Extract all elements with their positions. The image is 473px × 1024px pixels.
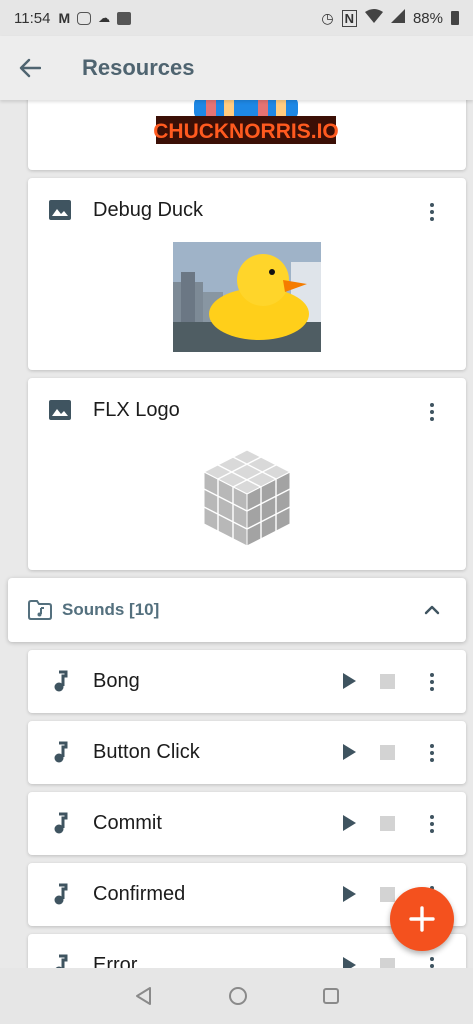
back-button[interactable] — [0, 36, 60, 100]
arrow-back-icon — [19, 58, 41, 78]
status-right: ◷ N 88% — [321, 9, 459, 27]
wifi-icon — [364, 9, 383, 27]
sounds-group-header[interactable]: Sounds [10] — [8, 578, 466, 642]
play-icon[interactable] — [340, 956, 358, 968]
sound-row-bong[interactable]: Bong — [28, 650, 466, 713]
more-options-icon[interactable] — [420, 400, 444, 424]
plus-icon — [409, 906, 435, 932]
play-icon[interactable] — [340, 672, 358, 690]
status-bar: 11:54 M ☁ ◷ N 88% — [0, 0, 473, 36]
app-bar: Resources — [0, 36, 473, 100]
cloud-icon: ☁ — [98, 11, 111, 25]
stop-icon[interactable] — [380, 887, 395, 902]
music-note-icon — [54, 883, 68, 905]
alarm-icon: ◷ — [321, 9, 334, 26]
battery-percent: 88% — [412, 9, 443, 27]
signal-icon — [390, 9, 405, 27]
sound-label: Confirmed — [93, 883, 186, 905]
sound-label: Bong — [93, 670, 140, 692]
chucknorris-logo: CHUCKNORRIS.IO — [153, 100, 339, 144]
gmail-icon: M — [58, 10, 71, 26]
more-options-icon[interactable] — [420, 670, 444, 694]
sound-row-commit[interactable]: Commit — [28, 792, 466, 855]
image-title: FLX Logo — [93, 399, 180, 421]
instagram-icon — [77, 11, 92, 25]
stop-icon[interactable] — [380, 958, 395, 968]
add-resource-button[interactable] — [390, 887, 454, 951]
status-time: 11:54 — [14, 9, 51, 27]
sound-row-button-click[interactable]: Button Click — [28, 721, 466, 784]
more-options-icon[interactable] — [420, 812, 444, 836]
back-nav-icon[interactable] — [134, 986, 154, 1006]
play-icon[interactable] — [340, 885, 358, 903]
logo-card[interactable]: CHUCKNORRIS.IO — [28, 100, 466, 170]
battery-icon — [451, 11, 459, 25]
music-note-icon — [54, 741, 68, 763]
image-card-debug-duck[interactable]: Debug Duck — [28, 178, 466, 370]
flx-cube-image — [202, 449, 292, 547]
more-options-icon[interactable] — [420, 954, 444, 968]
sounds-group-label: Sounds [10] — [62, 600, 160, 619]
image-title: Debug Duck — [93, 199, 204, 221]
sound-label: Button Click — [93, 741, 200, 763]
sound-label: Commit — [93, 812, 162, 834]
home-nav-icon[interactable] — [228, 986, 248, 1006]
system-nav-bar — [0, 968, 473, 1024]
recents-nav-icon[interactable] — [322, 987, 340, 1005]
music-note-icon — [54, 670, 68, 692]
image-icon — [49, 200, 71, 220]
music-folder-icon — [28, 600, 52, 620]
stop-icon[interactable] — [380, 745, 395, 760]
play-icon[interactable] — [340, 814, 358, 832]
stop-icon[interactable] — [380, 674, 395, 689]
page-title: Resources — [82, 55, 195, 80]
music-note-icon — [54, 812, 68, 834]
play-icon[interactable] — [340, 743, 358, 761]
notification-icons: M ☁ — [58, 10, 132, 26]
image-icon — [49, 400, 71, 420]
debug-duck-image — [173, 242, 321, 352]
music-note-icon — [55, 954, 68, 968]
resource-list[interactable]: CHUCKNORRIS.IO Debug Duck FLX Logo Sound… — [0, 100, 473, 968]
image-card-flx-logo[interactable]: FLX Logo — [28, 378, 466, 570]
logo-text: CHUCKNORRIS.IO — [153, 120, 339, 143]
nfc-icon: N — [341, 9, 357, 27]
stop-icon[interactable] — [380, 816, 395, 831]
chevron-up-icon[interactable] — [420, 598, 444, 622]
sound-label: Error — [93, 954, 138, 968]
image-notification-icon — [117, 11, 132, 25]
more-options-icon[interactable] — [420, 741, 444, 765]
more-options-icon[interactable] — [420, 200, 444, 224]
